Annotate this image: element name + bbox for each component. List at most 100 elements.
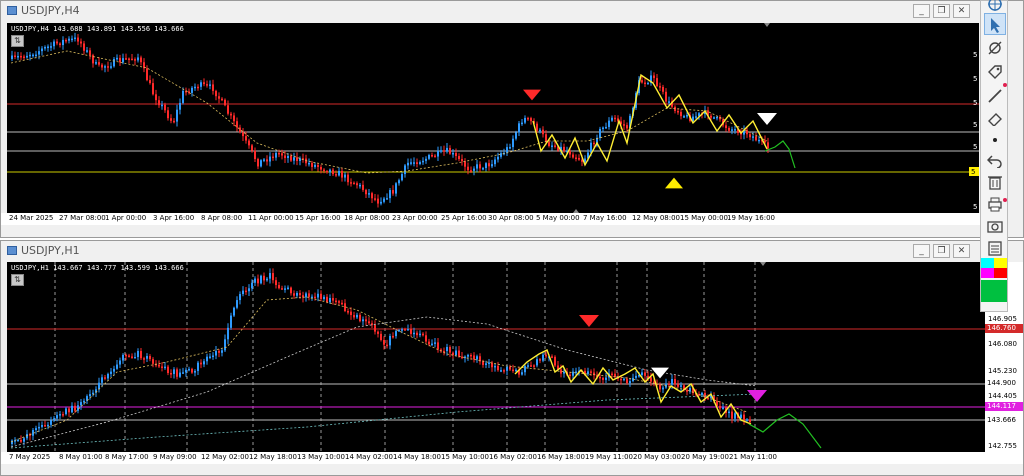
candle-body (191, 87, 193, 93)
candle-body (164, 366, 166, 369)
candle-body (377, 331, 379, 334)
time-axis-label: 27 Mar 08:00 (59, 214, 106, 222)
close-button[interactable]: ✕ (953, 244, 970, 258)
candle-body (743, 414, 745, 421)
price-chart-area[interactable]: USDJPY,H1 143.667 143.777 143.599 143.66… (7, 262, 985, 452)
candle-body (179, 102, 181, 110)
one-click-trading-icon[interactable]: ⇅ (11, 35, 24, 47)
candle-body (320, 166, 322, 170)
candle-body (83, 400, 85, 403)
candle-body (125, 58, 127, 60)
candle-body (470, 170, 472, 172)
candle-body (278, 152, 280, 155)
color-swatch[interactable] (981, 258, 994, 268)
candle-body (296, 293, 298, 296)
close-button[interactable]: ✕ (953, 4, 970, 18)
screenshot-tool-button[interactable] (984, 215, 1006, 237)
one-click-trading-icon[interactable]: ⇅ (11, 274, 24, 286)
trendline-icon (988, 89, 1002, 103)
candle-body (287, 155, 289, 159)
delete-tool-button[interactable] (984, 171, 1006, 193)
price-axis-label: 5 (973, 99, 977, 107)
candle-body (467, 354, 469, 357)
candle-body (542, 129, 544, 135)
template-tool-button[interactable] (984, 237, 1006, 259)
candle-body (659, 86, 661, 88)
window-titlebar[interactable]: USDJPY,H1 _ ❐ ✕ (1, 241, 1023, 261)
candle-body (380, 333, 382, 341)
candle-body (344, 174, 346, 178)
time-axis-label: 14 May 18:00 (393, 453, 442, 461)
candle-body (245, 290, 247, 293)
candle-body (668, 383, 670, 386)
candle-body (326, 296, 328, 303)
chart-window-h4[interactable]: USDJPY,H4 _ ❐ ✕ 55555655 USDJPY,H4 143.6… (0, 0, 1024, 238)
restore-button[interactable]: ❐ (933, 244, 950, 258)
candle-body (512, 138, 514, 148)
undo-tool-button[interactable] (984, 149, 1006, 171)
trendline-tool-button[interactable] (984, 85, 1006, 107)
candle-body (710, 115, 712, 118)
candle-body (89, 50, 91, 56)
candle-body (332, 298, 334, 301)
candle-body (59, 43, 61, 46)
candle-body (326, 170, 328, 173)
printer-tool-button[interactable] (984, 193, 1006, 215)
candle-body (272, 156, 274, 159)
color-swatch[interactable] (981, 268, 994, 278)
candle-body (473, 168, 475, 171)
gann-fan-tool-button[interactable] (984, 37, 1006, 59)
candle-body (524, 366, 526, 373)
candle-body (77, 37, 79, 42)
dot-tool-button[interactable] (984, 129, 1006, 151)
candle-body (350, 311, 352, 316)
candle-body (563, 146, 565, 151)
color-swatch[interactable] (994, 258, 1007, 268)
candle-body (191, 368, 193, 373)
time-axis-label: 12 May 02:00 (201, 453, 250, 461)
candle-body (269, 156, 271, 162)
candle-body (341, 170, 343, 178)
candle-body (137, 57, 139, 61)
cursor-tool-button[interactable] (984, 13, 1006, 35)
time-axis-label: 15 May 10:00 (441, 453, 490, 461)
candle-body (146, 68, 148, 81)
color-swatch[interactable] (981, 280, 1007, 302)
eraser-icon (988, 113, 1002, 126)
minimize-button[interactable]: _ (913, 244, 930, 258)
candle-body (410, 162, 412, 164)
candle-body (626, 125, 628, 129)
candle-body (476, 164, 478, 169)
window-titlebar[interactable]: USDJPY,H4 _ ❐ ✕ (1, 1, 1023, 21)
candle-body (257, 159, 259, 167)
candle-body (536, 359, 538, 366)
candle-body (452, 152, 454, 155)
candle-body (587, 371, 589, 374)
time-axis-label: 8 Apr 08:00 (201, 214, 243, 222)
shift-marker (764, 23, 770, 27)
minimize-button[interactable]: _ (913, 4, 930, 18)
candle-body (524, 117, 526, 123)
candle-body (230, 113, 232, 116)
price-chart-area[interactable]: 55555655 USDJPY,H4 143.688 143.891 143.5… (7, 23, 979, 213)
moving-average-line (10, 50, 768, 174)
candle-body (686, 115, 688, 117)
color-swatch[interactable] (994, 268, 1007, 278)
zigzag-pattern-line (514, 349, 752, 425)
window-title: USDJPY,H4 (21, 4, 80, 17)
long-moving-average-line (10, 393, 758, 449)
crosshair-icon (988, 0, 1002, 11)
gann-fan-icon (988, 41, 1002, 55)
candle-body (293, 157, 295, 161)
eraser-tool-button[interactable] (984, 107, 1006, 129)
chart-window-h1[interactable]: USDJPY,H1 _ ❐ ✕ USDJPY,H1 143.667 143.77… (0, 240, 1024, 476)
candle-body (17, 55, 19, 58)
price-label-tool-button[interactable] (984, 61, 1006, 83)
restore-button[interactable]: ❐ (933, 4, 950, 18)
candle-body (14, 55, 16, 58)
candle-body (605, 377, 607, 380)
candle-body (41, 425, 43, 427)
candle-body (482, 361, 484, 365)
candle-body (317, 293, 319, 298)
candle-body (668, 101, 670, 103)
